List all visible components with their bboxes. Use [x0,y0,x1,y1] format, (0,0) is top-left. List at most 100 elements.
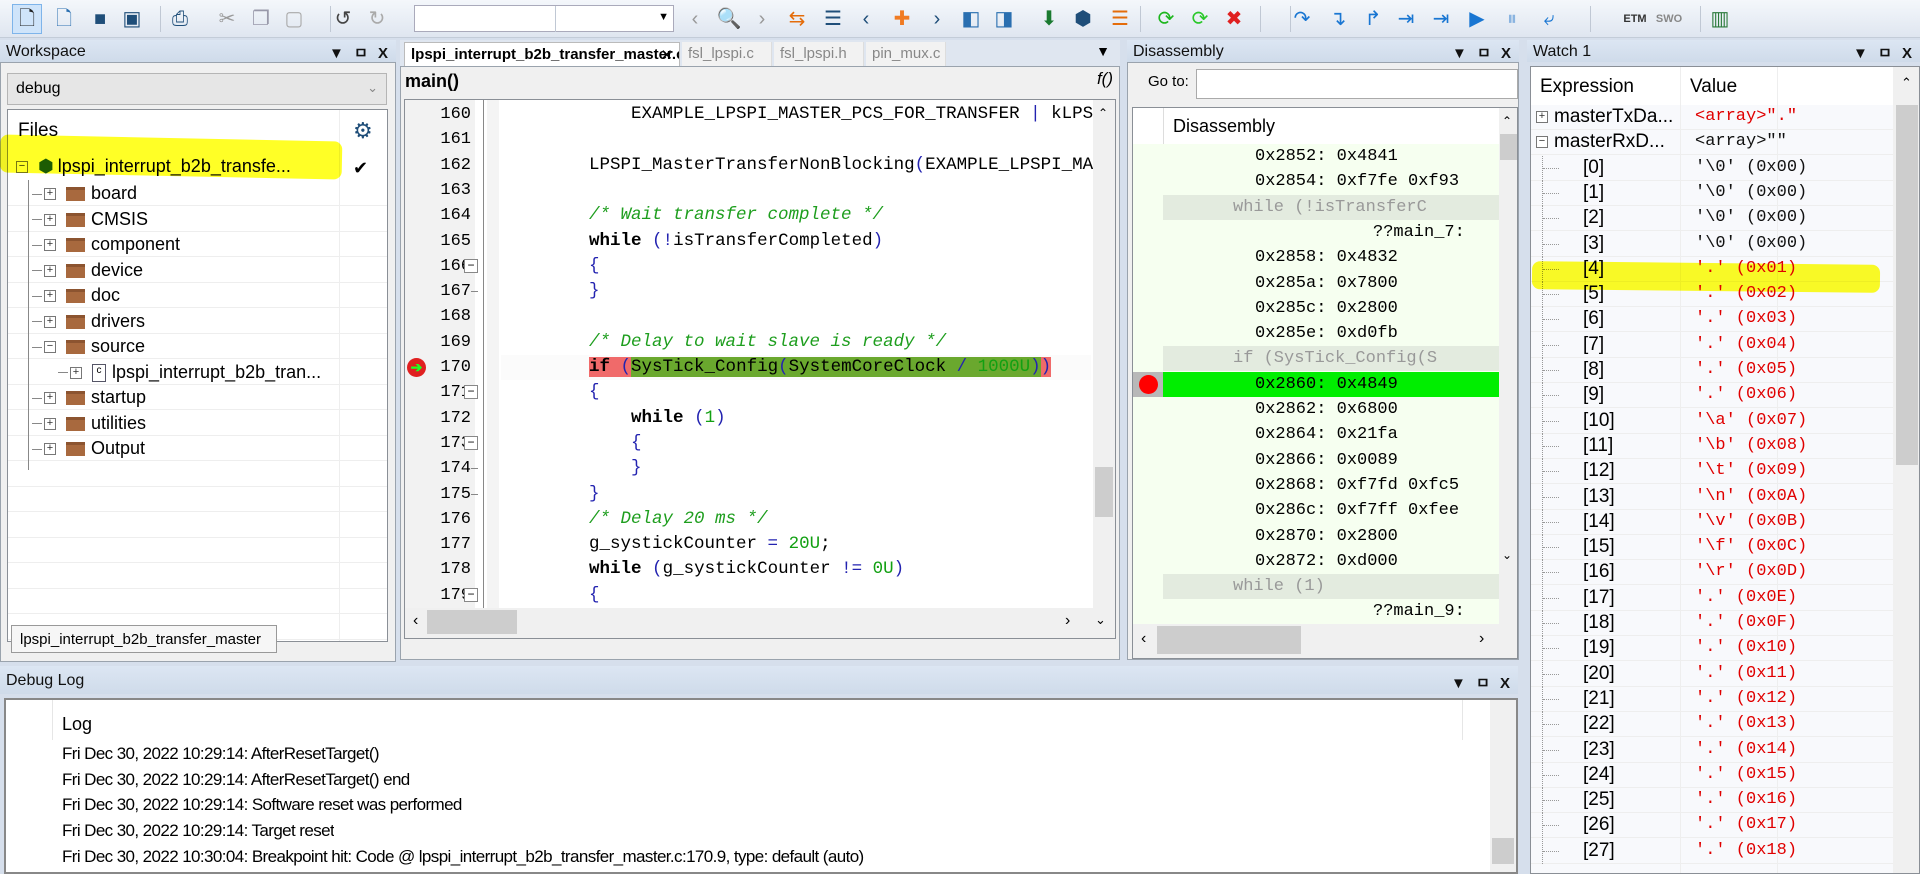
scroll-right-icon[interactable]: › [1479,630,1484,648]
watch-row[interactable]: [12] '\t' (0x09) [1531,459,1893,485]
vertical-scrollbar[interactable]: ⌃ ⌄ [1499,108,1517,624]
add-file-icon[interactable]: 🗋 [49,4,79,34]
watch-value[interactable]: <array>"." [1695,107,1797,126]
fold-collapse-icon[interactable]: − [464,258,478,273]
tree-folder[interactable]: + Output [32,436,352,461]
nav-back-icon[interactable]: ‹ [680,4,710,34]
stop-debug-icon[interactable]: ✖ [1219,4,1249,34]
tree-file[interactable]: + c lpspi_interrupt_b2b_tran... [58,360,378,385]
next-bookmark-icon[interactable]: › [922,4,952,34]
collapse-icon[interactable]: − [1536,136,1548,149]
expand-icon[interactable]: + [44,188,56,201]
watch-value[interactable]: '.' (0x12) [1695,689,1797,708]
watch-value[interactable]: '.' (0x17) [1695,815,1797,834]
scroll-thumb[interactable] [1500,134,1517,160]
watch-value[interactable]: '.' (0x0F) [1695,613,1797,632]
tree-folder[interactable]: + doc [32,283,352,308]
nav-forward-icon[interactable]: › [747,4,777,34]
tab-fsl-lpspi-c[interactable]: fsl_lpspi.c [682,42,772,66]
watch-row[interactable]: [22] '.' (0x13) [1531,712,1893,738]
panel-controls[interactable]: ▼ ㅁ X [1853,42,1912,63]
tab-fsl-lpspi-h[interactable]: fsl_lpspi.h [774,42,864,66]
toggle-bookmark-icon[interactable]: ⇆ [782,4,812,34]
disassembly-row[interactable]: 0x286c: 0xf7ff 0xfee [1163,498,1499,523]
save-icon[interactable]: ■ [85,4,115,34]
breakpoint-icon[interactable] [1139,374,1158,394]
watch-value[interactable]: '.' (0x18) [1695,841,1797,860]
watch-value[interactable]: '\0' (0x00) [1695,234,1807,253]
config-dropdown[interactable]: debug ⌄ [7,73,387,105]
watch-value[interactable]: '.' (0x14) [1695,740,1797,759]
scroll-down-icon[interactable]: ⌄ [1502,548,1512,562]
rebuild-icon[interactable]: ⟳ [1185,4,1215,34]
expand-icon[interactable]: + [44,443,56,456]
tree-folder[interactable]: + utilities [32,411,352,436]
find-icon[interactable]: 🔍 [714,4,744,34]
watch-value[interactable]: '.' (0x13) [1695,714,1797,733]
print-icon[interactable]: ⎙ [165,4,195,34]
tab-list-icon[interactable]: ▼ [1096,43,1110,59]
watch-value[interactable]: '.' (0x05) [1695,360,1797,379]
fold-collapse-icon[interactable]: − [464,587,478,602]
next-statement-icon[interactable]: ⇥ [1391,4,1421,34]
scroll-up-icon[interactable]: ⌃ [1502,114,1512,128]
scroll-thumb[interactable] [1492,838,1514,864]
tab-pin-mux-c[interactable]: pin_mux.c [866,42,946,66]
scroll-left-icon[interactable]: ‹ [1141,630,1146,648]
scroll-thumb[interactable] [1095,467,1113,517]
disassembly-source-line[interactable]: if (SysTick_Config(S [1163,346,1499,372]
watch-row[interactable]: [21] '.' (0x12) [1531,686,1893,712]
disassembly-row[interactable]: 0x285a: 0x7800 [1163,271,1499,296]
watch-row[interactable]: − masterRxD... <array>"" [1531,130,1893,155]
function-list-icon[interactable]: f() [1097,69,1113,89]
expand-icon[interactable]: + [44,315,56,328]
watch-row[interactable]: [13] '\n' (0x0A) [1531,484,1893,510]
watch-row[interactable]: [18] '.' (0x0F) [1531,611,1893,636]
expand-icon[interactable]: + [44,213,56,226]
save-all-icon[interactable]: ▣ [117,4,147,34]
scroll-up-icon[interactable]: ⌃ [1901,75,1912,91]
watch-row[interactable]: [17] '.' (0x0E) [1531,585,1893,611]
disassembly-row[interactable]: 0x2852: 0x4841 [1163,144,1499,169]
fold-collapse-icon[interactable]: − [464,385,478,400]
tree-folder[interactable]: + startup [32,385,352,410]
expand-icon[interactable]: + [44,290,56,303]
goto-input[interactable] [1196,69,1518,99]
prev-bookmark-icon[interactable]: ‹ [851,4,881,34]
watch-row[interactable]: [6] '.' (0x03) [1531,307,1893,333]
search-combo[interactable]: ▼ [414,5,674,32]
disassembly-source-line[interactable]: while (!isTransferC [1163,194,1499,220]
step-over-icon[interactable]: ↷ [1287,4,1317,34]
add-bookmark-icon[interactable]: ✚ [887,4,917,34]
scroll-down-icon[interactable]: ⌄ [1095,612,1106,628]
watch-row[interactable]: [7] '.' (0x04) [1531,332,1893,358]
chevron-down-icon[interactable]: ▼ [658,11,669,23]
collapse-icon[interactable]: − [44,341,56,354]
watch-row[interactable]: [20] '.' (0x11) [1531,661,1893,687]
watch-value[interactable]: '\f' (0x0C) [1695,537,1807,556]
watch-value[interactable]: '\v' (0x0B) [1695,512,1807,531]
fold-collapse-icon[interactable]: − [464,435,478,450]
watch-value[interactable]: '.' (0x04) [1695,335,1797,354]
expand-icon[interactable]: + [1536,111,1548,123]
watch-value[interactable]: '.' (0x03) [1695,309,1797,328]
tree-folder[interactable]: + component [32,232,352,257]
disassembly-row[interactable]: 0x2862: 0x6800 [1163,397,1499,422]
tree-folder[interactable]: + drivers [32,309,352,334]
disassembly-row[interactable]: 0x285c: 0x2800 [1163,296,1499,321]
next-document-icon[interactable]: ◨ [989,4,1019,34]
disassembly-source-line[interactable]: while (1) [1163,574,1499,600]
panel-controls[interactable]: ▼ ㅁ X [1452,42,1511,63]
watch-value[interactable]: '\t' (0x09) [1695,461,1807,480]
close-tab-icon[interactable]: ✕ [660,46,673,64]
horizontal-scrollbar[interactable]: ‹ › [1133,624,1517,658]
disassembly-row[interactable]: 0x2858: 0x4832 [1163,245,1499,270]
reset-icon[interactable]: ⤶ [1534,4,1564,34]
disassembly-row[interactable]: 0x2870: 0x2800 [1163,524,1499,549]
copy-icon[interactable]: ❐ [246,4,276,34]
watch-row[interactable]: [0] '\0' (0x00) [1531,155,1893,181]
disassembly-row[interactable]: 0x2872: 0xd000 [1163,549,1499,574]
disassembly-row[interactable]: 0x2866: 0x0089 [1163,448,1499,473]
watch-row[interactable]: [10] '\a' (0x07) [1531,408,1893,434]
workspace-tab-project[interactable]: lpspi_interrupt_b2b_transfer_master [11,625,277,653]
